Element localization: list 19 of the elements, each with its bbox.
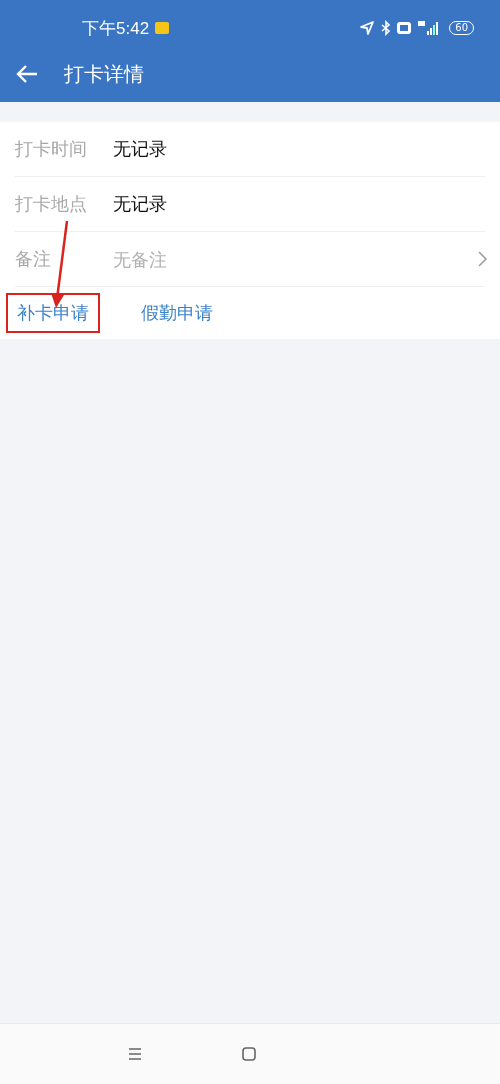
field-label: 备注 [15, 247, 52, 271]
field-label: 打卡时间 [15, 137, 88, 161]
signal-icon [417, 20, 440, 36]
page-title: 打卡详情 [64, 60, 144, 88]
location-icon [359, 20, 376, 36]
back-icon[interactable] [16, 64, 38, 84]
home-icon[interactable] [242, 1047, 256, 1061]
sim-icon [155, 22, 170, 34]
remark-field[interactable]: 无备注 [113, 248, 478, 270]
field-value: 无记录 [113, 137, 168, 161]
hd-icon [397, 22, 412, 34]
action-link[interactable]: 补卡申请 [6, 293, 100, 333]
status-time: 下午5:42 [82, 17, 150, 40]
chevron-icon[interactable] [478, 251, 487, 267]
field-value: 无记录 [113, 192, 168, 216]
action-link[interactable]: 假勤申请 [130, 293, 224, 333]
bluetooth-icon [381, 20, 392, 36]
field-label: 打卡地点 [15, 192, 88, 216]
menu-icon[interactable] [128, 1048, 142, 1060]
